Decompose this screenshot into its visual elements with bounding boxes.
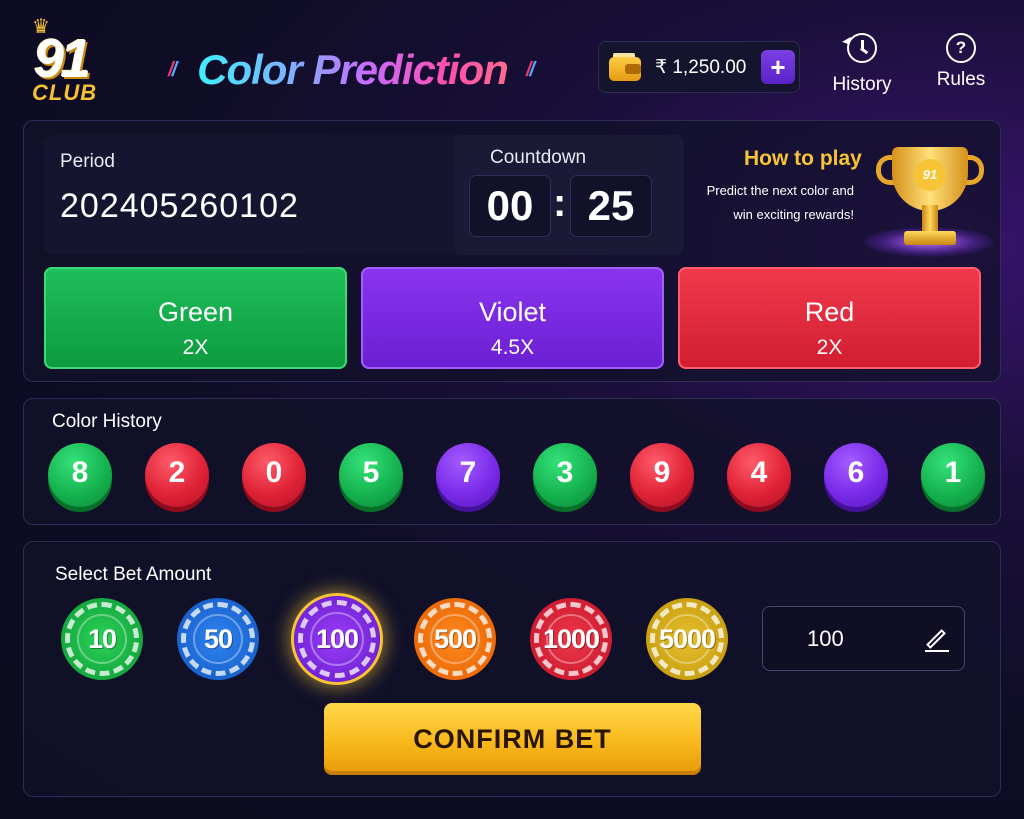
countdown-minutes: 00 xyxy=(469,175,551,237)
rules-label: Rules xyxy=(936,69,986,90)
history-ball-red: 9 xyxy=(630,443,694,507)
chip-10[interactable]: 10 xyxy=(61,598,143,680)
chip-label: 1000 xyxy=(542,624,600,654)
chip-500[interactable]: 500 xyxy=(414,598,496,680)
wallet-icon xyxy=(609,53,643,81)
trophy-emblem: 91 xyxy=(914,159,946,191)
period-value: 202405260102 xyxy=(60,187,299,225)
chip-label: 500 xyxy=(433,624,477,654)
history-ball-green: 1 xyxy=(921,443,985,507)
question-icon: ? xyxy=(946,33,976,63)
how-to-play-text: Predict the next color and win exciting … xyxy=(674,179,854,227)
chip-5000[interactable]: 5000 xyxy=(646,598,728,680)
club-logo: ♛ 91 CLUB xyxy=(30,14,106,110)
color-multiplier: 2X xyxy=(816,335,843,359)
chip-label: 10 xyxy=(87,624,117,654)
color-name: Red xyxy=(804,296,855,327)
countdown-section: Countdown 00 : 25 xyxy=(454,135,684,255)
history-ball-violet: 7 xyxy=(436,443,500,507)
history-ball-green: 8 xyxy=(48,443,112,507)
balance-amount: ₹ 1,250.00 xyxy=(655,56,747,78)
color-multiplier: 4.5X xyxy=(490,335,535,359)
history-ball-red: 0 xyxy=(242,443,306,507)
history-ball-violet: 6 xyxy=(824,443,888,507)
period-label: Period xyxy=(60,151,115,172)
countdown-label: Countdown xyxy=(490,147,587,168)
bet-amount-title: Select Bet Amount xyxy=(55,564,212,585)
left-slash-decoration: // xyxy=(168,58,177,81)
page-title: Color Prediction xyxy=(197,46,509,93)
history-button[interactable]: History xyxy=(827,33,897,96)
trophy-icon: 91 xyxy=(864,139,994,269)
color-multiplier: 2X xyxy=(182,335,209,359)
color-history-title: Color History xyxy=(52,411,162,432)
logo-text: CLUB xyxy=(32,80,98,105)
history-ball-red: 4 xyxy=(727,443,791,507)
logo-number: 91 xyxy=(34,29,91,89)
history-ball-green: 5 xyxy=(339,443,403,507)
how-to-play-line2: win exciting rewards! xyxy=(733,207,854,222)
color-name: Violet xyxy=(478,296,547,327)
history-ball-red: 2 xyxy=(145,443,209,507)
chip-label: 100 xyxy=(315,624,359,654)
chip-label: 5000 xyxy=(658,624,716,654)
right-slash-decoration: // xyxy=(525,58,535,81)
bet-red-button[interactable]: Red 2X xyxy=(678,267,981,369)
edit-pencil-icon[interactable] xyxy=(921,624,951,654)
history-clock-icon xyxy=(842,33,877,63)
color-name: Green xyxy=(157,296,234,327)
color-history-panel: Color History 8205739461 xyxy=(23,398,1001,525)
bet-amount-value: 100 xyxy=(807,625,844,651)
chip-100-selected[interactable]: 100 xyxy=(294,596,380,682)
how-to-play-title: How to play xyxy=(744,147,862,170)
rules-button[interactable]: ? Rules xyxy=(926,33,996,91)
bet-green-button[interactable]: Green 2X xyxy=(44,267,347,369)
countdown-seconds: 25 xyxy=(570,175,652,237)
page-title-bar: // Color Prediction // xyxy=(168,40,588,100)
chip-1000[interactable]: 1000 xyxy=(530,598,612,680)
countdown-separator: : xyxy=(553,181,567,225)
period-section: Period 202405260102 Countdown 00 : 25 xyxy=(44,135,684,255)
confirm-bet-button[interactable]: CONFIRM BET xyxy=(324,703,701,775)
chip-50[interactable]: 50 xyxy=(177,598,259,680)
chip-label: 50 xyxy=(203,624,233,654)
game-panel: Period 202405260102 Countdown 00 : 25 Ho… xyxy=(23,120,1001,382)
history-ball-green: 3 xyxy=(533,443,597,507)
bet-panel: Select Bet Amount 10 50 100 500 1000 500… xyxy=(23,541,1001,797)
bet-violet-button[interactable]: Violet 4.5X xyxy=(361,267,664,369)
bet-amount-field[interactable]: 100 xyxy=(762,606,965,671)
history-label: History xyxy=(832,74,892,95)
add-funds-button[interactable]: + xyxy=(761,50,795,84)
how-to-play-line1: Predict the next color and xyxy=(706,183,854,198)
wallet-balance: ₹ 1,250.00 + xyxy=(598,41,800,93)
